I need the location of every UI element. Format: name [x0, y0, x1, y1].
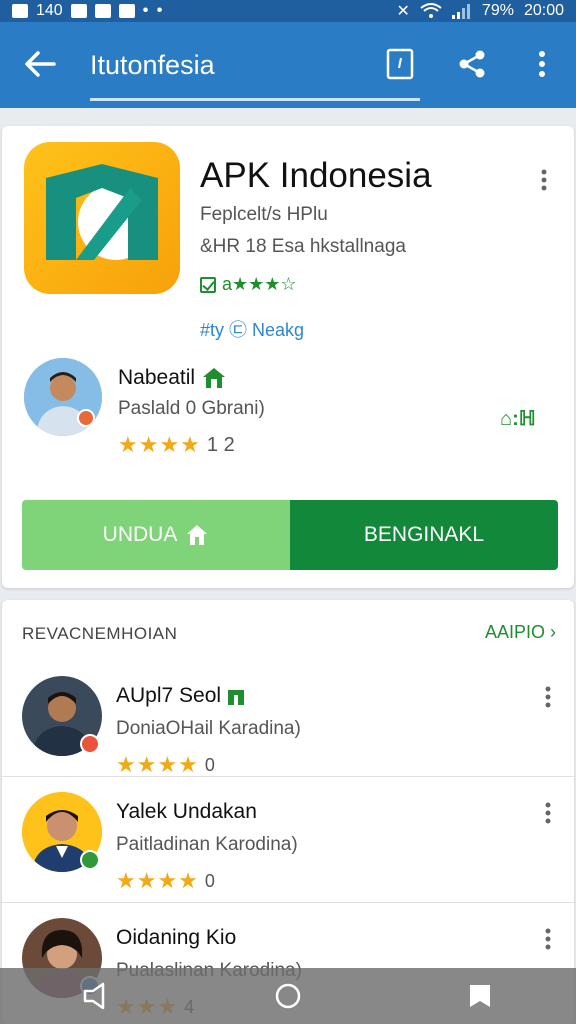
app-detail-card: APK Indonesia Feplcelt/s HPlu &HR 18 Esa… [2, 126, 574, 588]
system-nav-bar [0, 968, 576, 1024]
share-button[interactable] [454, 46, 490, 82]
item-subtitle: Paitladinan Karodina) [116, 834, 298, 855]
divider [2, 776, 574, 777]
back-button[interactable] [20, 44, 60, 84]
author-subtitle: Paslald 0 Gbrani) [118, 398, 265, 419]
app-icon [24, 142, 180, 294]
signal-icon [451, 4, 470, 19]
search-underline [90, 98, 420, 101]
nav-back-icon [83, 982, 105, 1010]
notification-icon [70, 4, 87, 18]
star-rating: ★★★★ [118, 432, 201, 457]
notification-icon [12, 4, 28, 18]
rating-count: 0 [204, 870, 215, 891]
app-bar: Itutonfesia [0, 22, 576, 108]
install-label: BENGINAKL [363, 523, 485, 546]
chevron-right-icon: › [550, 622, 556, 642]
item-name: AUpl7 Seol [116, 684, 245, 708]
rating-count: 0 [204, 754, 215, 775]
item-name: Yalek Undakan [116, 800, 257, 824]
item-name: Oidaning Kio [116, 926, 236, 950]
item-name-text: Oidaning Kio [116, 926, 237, 949]
bookmark-button[interactable] [382, 46, 418, 82]
app-more-button[interactable] [532, 166, 556, 194]
more-vert-icon [545, 686, 551, 708]
back-arrow-icon [25, 51, 56, 77]
nav-back-button[interactable] [74, 974, 118, 1018]
person-avatar-image [24, 358, 102, 436]
more-vert-icon [545, 802, 551, 824]
notification-icon [94, 4, 111, 18]
nav-recents-icon [470, 985, 490, 1007]
author-status: ⌂:ℍ [500, 408, 536, 430]
share-icon [459, 50, 485, 78]
list-item[interactable]: AUpl7 Seol DoniaOHail Karadina) ★★★★ 0 [2, 660, 574, 786]
item-name-text: Yalek Undakan [116, 800, 257, 823]
see-more-link[interactable]: AAIPIO › [485, 622, 556, 643]
check-icon [200, 276, 216, 293]
home-icon [203, 368, 226, 388]
download-label: UNDUA [102, 523, 178, 546]
divider [2, 902, 574, 903]
nav-home-icon [275, 983, 301, 1009]
status-badge [80, 734, 100, 754]
avatar[interactable] [24, 358, 102, 436]
app-link[interactable]: #ty ㉢ Neakg [200, 316, 304, 342]
nav-home-button[interactable] [266, 974, 310, 1018]
more-vert-icon [545, 928, 551, 950]
item-rating: ★★★★ 0 [116, 752, 215, 778]
item-subtitle: DoniaOHail Karadina) [116, 718, 301, 739]
app-developer[interactable]: Feplcelt/s HPlu [200, 204, 328, 226]
item-name-text: AUpl7 Seol [116, 684, 222, 707]
home-icon [187, 525, 208, 545]
see-more-label: AAIPIO [484, 622, 545, 642]
section-title: REVACNEMHOIAN [22, 624, 178, 643]
wifi-icon [420, 3, 442, 18]
status-left-text: 140 [36, 2, 63, 19]
star-rating: ★★★★ [116, 752, 199, 777]
app-rating-text: a★★★☆ [222, 274, 297, 294]
status-badge [80, 850, 100, 870]
app-logo-icon [46, 164, 158, 260]
notification-icon [118, 4, 135, 18]
author-name-text: Nabeatil [118, 366, 196, 389]
more-vert-icon [539, 51, 545, 77]
star-rating: ★★★★ [116, 868, 199, 893]
item-more-button[interactable] [536, 924, 560, 954]
download-button[interactable]: UNDUA [22, 500, 290, 570]
status-bar: 140 • • ✕ 79% 20:00 [0, 0, 576, 22]
clock: 20:00 [523, 2, 564, 19]
item-more-button[interactable] [536, 682, 560, 712]
mute-icon: ✕ [396, 3, 410, 20]
nav-recents-button[interactable] [458, 974, 502, 1018]
home-icon [228, 690, 245, 705]
recommendation-section: REVACNEMHOIAN AAIPIO › AUpl7 Seol DoniaO… [2, 600, 574, 1024]
overflow-menu-button[interactable] [524, 46, 560, 82]
app-rating: a★★★☆ [200, 274, 297, 295]
battery-level: 79% [481, 2, 514, 19]
list-item[interactable]: Yalek Undakan Paitladinan Karodina) ★★★★… [2, 776, 574, 902]
app-meta: &HR 18 Esa hkstallnaga [200, 236, 406, 257]
more-vert-icon [541, 169, 547, 191]
author-rating: ★★★★ 1 2 [118, 432, 235, 458]
item-rating: ★★★★ 0 [116, 868, 215, 894]
install-button[interactable]: BENGINAKL [290, 500, 558, 570]
item-more-button[interactable] [536, 798, 560, 828]
author-name: Nabeatil [118, 366, 227, 390]
more-notifications-icon: • • [142, 2, 165, 19]
bookmark-icon [386, 48, 414, 80]
app-bar-title: Itutonfesia [90, 50, 215, 80]
rating-count: 1 2 [206, 433, 235, 456]
app-name: APK Indonesia [200, 156, 432, 195]
